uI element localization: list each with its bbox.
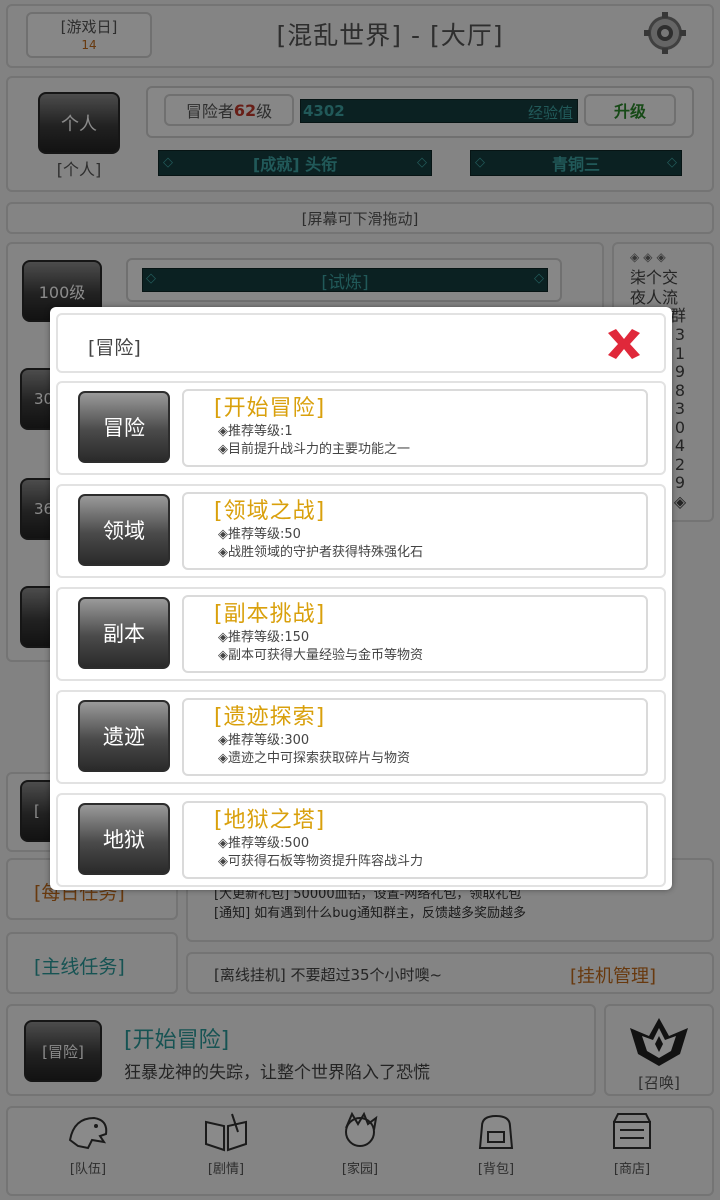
mode-button-label: 冒险 (103, 416, 145, 440)
mode-card[interactable]: [副本挑战] ◈推荐等级:150 ◈副本可获得大量经验与金币等物资 (182, 595, 648, 673)
mode-card[interactable]: [领域之战] ◈推荐等级:50 ◈战胜领域的守护者获得特殊强化石 (182, 492, 648, 570)
mode-desc: ◈战胜领域的守护者获得特殊强化石 (218, 545, 423, 560)
mode-desc: ◈遗迹之中可探索获取碎片与物资 (218, 751, 410, 766)
mode-title: [开始冒险] (214, 396, 326, 421)
modal-row-ruins: 遗迹 [遗迹探索] ◈推荐等级:300 ◈遗迹之中可探索获取碎片与物资 (56, 690, 666, 784)
modal-row-domain: 领域 [领域之战] ◈推荐等级:50 ◈战胜领域的守护者获得特殊强化石 (56, 484, 666, 578)
mode-level: ◈推荐等级:150 (218, 630, 310, 645)
mode-title: [地狱之塔] (214, 808, 326, 833)
adventure-modal: [冒险] 冒险 [开始冒险] ◈推荐等级:1 ◈目前提升战斗力的主要功能之一 领… (50, 307, 672, 890)
modal-row-dungeon: 副本 [副本挑战] ◈推荐等级:150 ◈副本可获得大量经验与金币等物资 (56, 587, 666, 681)
mode-title: [遗迹探索] (214, 705, 326, 730)
mode-desc: ◈副本可获得大量经验与金币等物资 (218, 648, 423, 663)
mode-desc: ◈目前提升战斗力的主要功能之一 (218, 442, 410, 457)
modal-row-hell-tower: 地狱 [地狱之塔] ◈推荐等级:500 ◈可获得石板等物资提升阵容战斗力 (56, 793, 666, 887)
hell-mode-button[interactable]: 地狱 (78, 803, 170, 875)
mode-level: ◈推荐等级:300 (218, 733, 310, 748)
mode-button-label: 副本 (103, 622, 145, 646)
close-icon[interactable] (604, 327, 644, 361)
mode-card[interactable]: [开始冒险] ◈推荐等级:1 ◈目前提升战斗力的主要功能之一 (182, 389, 648, 467)
mode-level: ◈推荐等级:500 (218, 836, 310, 851)
domain-mode-button[interactable]: 领域 (78, 494, 170, 566)
mode-title: [领域之战] (214, 499, 326, 524)
mode-level: ◈推荐等级:50 (218, 527, 301, 542)
dungeon-mode-button[interactable]: 副本 (78, 597, 170, 669)
mode-button-label: 领域 (103, 519, 145, 543)
mode-button-label: 地狱 (103, 828, 145, 852)
mode-title: [副本挑战] (214, 602, 326, 627)
mode-card[interactable]: [地狱之塔] ◈推荐等级:500 ◈可获得石板等物资提升阵容战斗力 (182, 801, 648, 879)
mode-card[interactable]: [遗迹探索] ◈推荐等级:300 ◈遗迹之中可探索获取碎片与物资 (182, 698, 648, 776)
mode-desc: ◈可获得石板等物资提升阵容战斗力 (218, 854, 423, 869)
modal-row-adventure: 冒险 [开始冒险] ◈推荐等级:1 ◈目前提升战斗力的主要功能之一 (56, 381, 666, 475)
modal-header: [冒险] (56, 313, 666, 373)
ruins-mode-button[interactable]: 遗迹 (78, 700, 170, 772)
mode-button-label: 遗迹 (103, 725, 145, 749)
adventure-mode-button[interactable]: 冒险 (78, 391, 170, 463)
mode-level: ◈推荐等级:1 (218, 424, 293, 439)
modal-title: [冒险] (88, 337, 141, 359)
